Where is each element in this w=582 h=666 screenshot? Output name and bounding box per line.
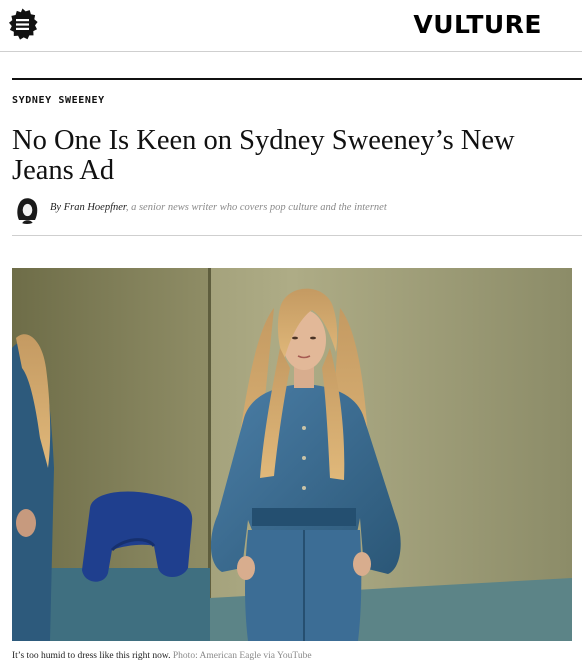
- photo-credit: Photo: American Eagle via YouTube: [172, 651, 312, 661]
- author-description: , a senior news writer who covers pop cu…: [125, 202, 387, 213]
- article-kicker[interactable]: SYDNEY SWEENEY: [12, 95, 105, 106]
- site-logo[interactable]: VULTURE: [413, 10, 542, 40]
- lead-image: [12, 268, 572, 641]
- author-avatar[interactable]: [12, 194, 42, 224]
- author-name-link[interactable]: Fran Hoepfner: [64, 202, 126, 213]
- image-caption: It’s too humid to dress like this right …: [12, 651, 312, 661]
- caption-text: It’s too humid to dress like this right …: [12, 651, 171, 661]
- lead-photo-illustration: [12, 268, 572, 641]
- menu-icon[interactable]: [6, 8, 39, 41]
- byline-text: By Fran Hoepfner, a senior news writer w…: [50, 202, 387, 213]
- top-divider: [12, 78, 582, 80]
- byline-prefix: By: [50, 202, 64, 213]
- article-headline: No One Is Keen on Sydney Sweeney’s New J…: [12, 125, 515, 186]
- hamburger-badge-icon: [9, 8, 38, 40]
- byline-divider: [12, 235, 582, 236]
- byline: By Fran Hoepfner, a senior news writer w…: [12, 194, 582, 224]
- site-header: VULTURE: [0, 0, 582, 52]
